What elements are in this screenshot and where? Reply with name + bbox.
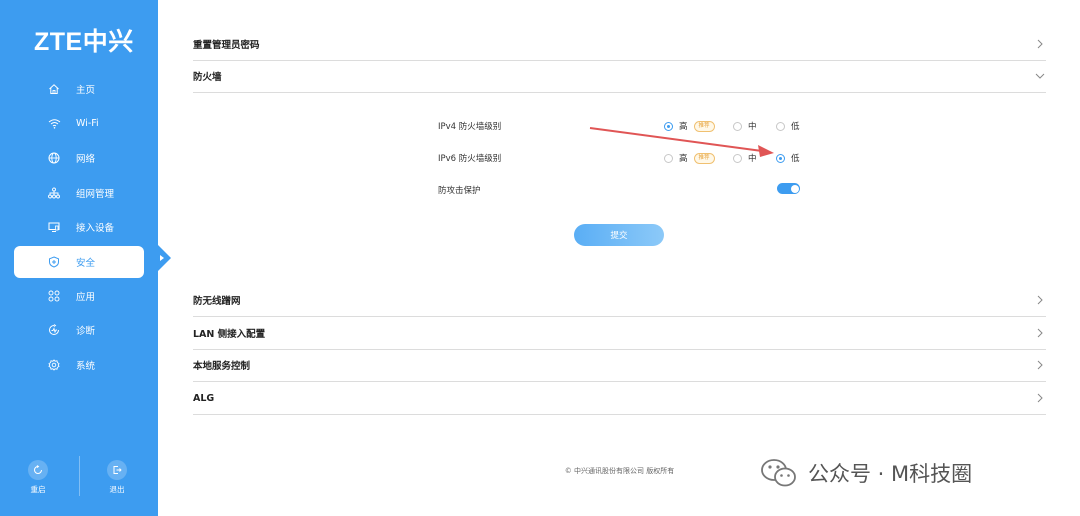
radio-dot <box>664 121 673 131</box>
chevron-right-icon <box>1034 359 1046 371</box>
radio-dot <box>776 121 785 131</box>
sidebar-item-label: Wi-Fi <box>76 118 99 130</box>
apps-icon <box>47 289 61 303</box>
section-local-service[interactable]: 本地服务控制 <box>193 349 1046 382</box>
ipv4-level-low-radio[interactable]: 低 <box>776 120 800 132</box>
chevron-right-icon <box>1034 294 1046 306</box>
ipv6-level-low-radio[interactable]: 低 <box>776 152 800 164</box>
section-title: 防火墙 <box>193 72 222 83</box>
chevron-right-icon <box>1034 38 1046 50</box>
chevron-down-icon <box>1034 70 1046 82</box>
attack-protection-label: 防攻击保护 <box>438 186 481 196</box>
sidebar-item-label: 应用 <box>76 291 96 303</box>
radio-label: 低 <box>791 122 800 132</box>
wechat-watermark: 公众号 · M科技圈 <box>760 455 972 491</box>
sidebar-item-wifi[interactable]: Wi-Fi <box>14 107 144 142</box>
wechat-logo-icon <box>760 457 798 489</box>
wifi-icon <box>47 117 61 131</box>
recommended-badge: 推荐 <box>693 152 715 164</box>
ipv4-level-high-radio[interactable]: 高 推荐 <box>664 120 715 132</box>
ipv4-firewall-label: IPv4 防火墙级别 <box>438 122 502 132</box>
section-firewall[interactable]: 防火墙 <box>193 60 1046 93</box>
logout-icon <box>107 460 127 480</box>
diagnose-icon <box>47 323 61 337</box>
sidebar-item-label: 安全 <box>76 257 96 269</box>
radio-label: 低 <box>791 154 800 164</box>
sidebar-item-devices[interactable]: 接入设备 <box>14 210 144 245</box>
active-pointer-arrow-icon <box>160 255 164 261</box>
logout-label: 退出 <box>109 485 125 494</box>
sidebar-item-label: 诊断 <box>76 326 96 338</box>
sidebar-item-diagnose[interactable]: 诊断 <box>14 313 144 348</box>
radio-dot <box>733 153 742 163</box>
radio-label: 高 <box>679 154 688 164</box>
radio-label: 高 <box>679 122 688 132</box>
radio-label: 中 <box>748 122 757 132</box>
sidebar-item-label: 组网管理 <box>76 188 115 200</box>
globe-icon <box>47 151 61 165</box>
sidebar-item-mesh[interactable]: 组网管理 <box>14 176 144 211</box>
section-title: 重置管理员密码 <box>193 40 260 51</box>
radio-dot <box>733 121 742 131</box>
section-alg[interactable]: ALG <box>193 382 1046 415</box>
section-anti-wireless[interactable]: 防无线蹭网 <box>193 284 1046 317</box>
section-title: ALG <box>193 392 215 404</box>
sidebar: ZTE中兴 主页 Wi-Fi 网络 组网管理 接入设备 安全 应用 诊断 系统 … <box>0 0 158 516</box>
sidebar-item-label: 接入设备 <box>76 223 115 235</box>
sidebar-item-system[interactable]: 系统 <box>14 348 144 383</box>
section-lan-access[interactable]: LAN 侧接入配置 <box>193 317 1046 350</box>
sidebar-item-security[interactable]: 安全 <box>14 245 144 278</box>
submit-button[interactable]: 提交 <box>574 224 664 246</box>
chevron-right-icon <box>1034 327 1046 339</box>
sidebar-item-label: 网络 <box>76 154 96 166</box>
sidebar-item-label: 系统 <box>76 360 96 372</box>
restart-label: 重启 <box>30 485 46 494</box>
chevron-right-icon <box>1034 392 1046 404</box>
device-icon <box>47 220 61 234</box>
ipv6-level-high-radio[interactable]: 高 推荐 <box>664 152 715 164</box>
attack-protection-toggle[interactable] <box>777 183 800 194</box>
shield-icon <box>47 255 61 269</box>
section-title: 本地服务控制 <box>193 361 251 372</box>
sidebar-item-network[interactable]: 网络 <box>14 141 144 176</box>
restart-button[interactable]: 重启 <box>18 460 58 495</box>
logout-button[interactable]: 退出 <box>97 460 137 495</box>
section-title: 防无线蹭网 <box>193 296 241 307</box>
bottom-divider <box>79 456 80 496</box>
sidebar-nav: 主页 Wi-Fi 网络 组网管理 接入设备 安全 应用 诊断 系统 <box>14 72 144 382</box>
ipv4-level-mid-radio[interactable]: 中 <box>733 120 757 132</box>
watermark-text: 公众号 · M科技圈 <box>808 462 973 486</box>
home-icon <box>47 82 61 96</box>
sidebar-bottom-actions: 重启 退出 <box>0 452 158 502</box>
sidebar-item-label: 主页 <box>76 85 96 97</box>
gear-icon <box>47 358 61 372</box>
section-admin-password[interactable]: 重置管理员密码 <box>193 28 1046 61</box>
ipv6-firewall-label: IPv6 防火墙级别 <box>438 154 502 164</box>
radio-label: 中 <box>748 154 757 164</box>
radio-dot <box>776 153 785 163</box>
recommended-badge: 推荐 <box>693 120 715 132</box>
restart-icon <box>28 460 48 480</box>
network-tree-icon <box>47 186 61 200</box>
zte-logo: ZTE中兴 <box>34 28 134 56</box>
sidebar-item-home[interactable]: 主页 <box>14 72 144 107</box>
radio-dot <box>664 153 673 163</box>
section-title: LAN 侧接入配置 <box>193 329 266 340</box>
ipv6-level-mid-radio[interactable]: 中 <box>733 152 757 164</box>
sidebar-item-apps[interactable]: 应用 <box>14 279 144 314</box>
